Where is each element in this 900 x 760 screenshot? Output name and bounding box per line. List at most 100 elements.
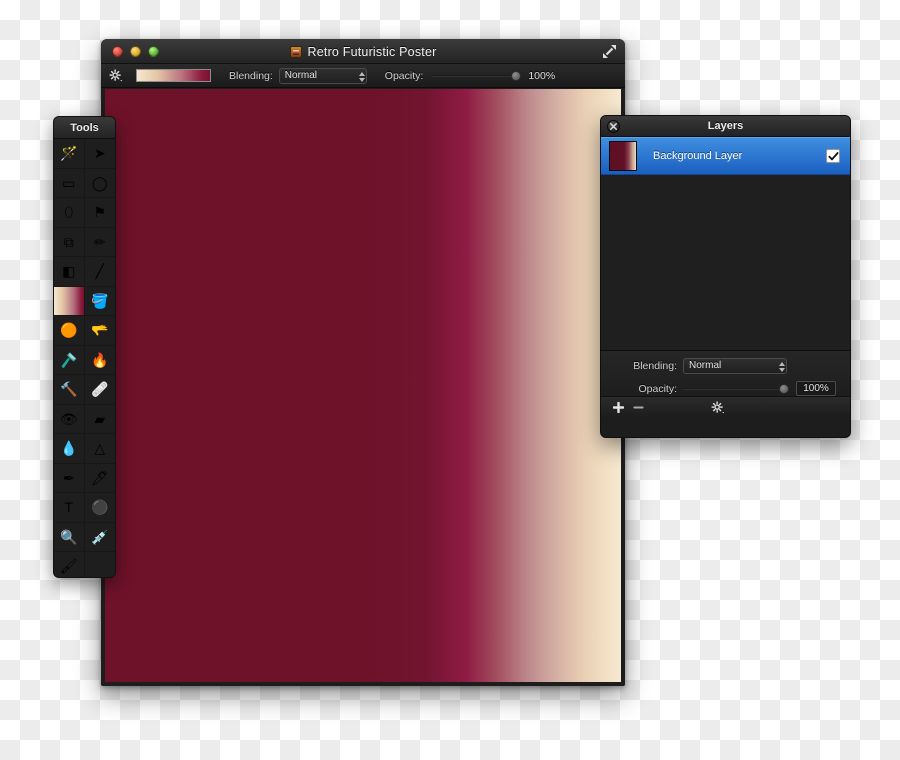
zoom-tool-glyph: 🔍 xyxy=(60,528,78,545)
eraser-tool-glyph: ◧ xyxy=(62,263,76,280)
layer-blending-select[interactable]: Normal xyxy=(683,357,787,374)
flame-tool-glyph: 🔥 xyxy=(91,351,109,368)
document-titlebar[interactable]: Retro Futuristic Poster xyxy=(101,39,625,64)
opacity-slider-knob[interactable] xyxy=(511,70,522,81)
brush-tool[interactable]: ╱ xyxy=(84,257,115,287)
pencil-tool-glyph: ✏ xyxy=(93,233,106,250)
blending-select[interactable]: Normal xyxy=(278,67,367,84)
layer-opacity-slider[interactable] xyxy=(683,383,789,395)
eraser-block-tool-glyph: ▰ xyxy=(94,410,106,427)
layer-blending-value: Normal xyxy=(689,360,722,371)
bandage-tool[interactable]: 🩹 xyxy=(84,375,115,405)
layers-footer xyxy=(601,396,850,418)
flame-tool[interactable]: 🔥 xyxy=(84,346,115,375)
lasso-tool-glyph: ⬯ xyxy=(64,204,74,221)
layer-name: Background Layer xyxy=(653,150,743,162)
blending-label: Blending: xyxy=(229,69,273,82)
layer-blending-label: Blending: xyxy=(633,359,677,372)
layer-opacity-slider-knob[interactable] xyxy=(779,383,789,394)
layer-visibility-checkbox[interactable] xyxy=(826,149,840,163)
clone-stamp-tool[interactable]: 🔨 xyxy=(54,375,85,405)
layer-blending-row: Blending: Normal xyxy=(601,356,840,375)
move-tool[interactable]: ➤ xyxy=(84,139,115,169)
close-icon[interactable] xyxy=(607,120,620,133)
polygonal-lasso-tool-glyph: ⚑ xyxy=(93,204,107,221)
ink-pen-tool[interactable]: 🖊 xyxy=(84,464,115,493)
gradient-swatch[interactable] xyxy=(136,69,211,82)
polygonal-lasso-tool[interactable]: ⚑ xyxy=(84,198,115,228)
magic-wand-tool-glyph: 🪄 xyxy=(60,145,78,162)
rectangular-marquee-tool-glyph: ▭ xyxy=(62,174,76,191)
ink-pen-tool-glyph: 🖊 xyxy=(90,469,109,486)
gear-icon[interactable] xyxy=(711,401,725,415)
image-document-icon xyxy=(289,45,302,58)
sharpen-cone-tool-glyph: △ xyxy=(94,440,106,457)
tools-panel-title: Tools xyxy=(70,121,99,134)
water-drop-tool[interactable]: 💧 xyxy=(54,434,85,464)
eraser-block-tool[interactable]: ▰ xyxy=(84,405,115,434)
paint-bucket-tool[interactable]: 🪣 xyxy=(84,287,115,316)
layer-thumbnail xyxy=(609,141,637,171)
shape-ellipse-tool-glyph: ⚫ xyxy=(91,499,109,516)
magic-wand-tool[interactable]: 🪄 xyxy=(54,139,85,169)
document-title-group: Retro Futuristic Poster xyxy=(101,39,625,64)
type-tool[interactable]: T xyxy=(54,493,85,523)
rectangular-marquee-tool[interactable]: ▭ xyxy=(54,168,85,198)
blur-tool-glyph: 🪒 xyxy=(60,351,78,368)
tools-panel: Tools 🪄 ➤ ▭ ◯ ⬯ ⚑ ⧉ ✏ ◧ ╱ 🪣 🟠 🫳 🪒 🔥 🔨 🩹 👁 ▰ 💧 △ ✒ 🖊 T ⚫ 🔍 💉 🖌 xyxy=(53,116,116,578)
list-item[interactable]: Background Layer xyxy=(601,137,850,175)
crop-tool-glyph: ⧉ xyxy=(63,233,74,250)
pen-tool[interactable]: ✒ xyxy=(54,463,85,493)
burn-tool-glyph: 🫳 xyxy=(91,322,109,339)
chevron-updown-icon xyxy=(774,360,785,374)
red-eye-tool[interactable]: 👁 xyxy=(54,404,85,434)
opacity-slider[interactable] xyxy=(431,70,522,82)
paintbrush-tool-glyph: 🖌 xyxy=(59,558,78,575)
burn-tool[interactable]: 🫳 xyxy=(84,316,115,346)
canvas-artwork[interactable] xyxy=(105,89,621,682)
eyedropper-tool-glyph: 💉 xyxy=(91,528,109,545)
minus-icon[interactable] xyxy=(633,402,644,413)
water-drop-tool-glyph: 💧 xyxy=(60,440,78,457)
layers-list[interactable]: Background Layer xyxy=(601,137,850,350)
document-window: Retro Futuristic Poster Blending: Normal xyxy=(101,39,625,686)
chevron-updown-icon xyxy=(354,70,365,84)
gear-icon[interactable] xyxy=(109,68,123,83)
blur-tool[interactable]: 🪒 xyxy=(54,345,85,375)
layers-controls: Blending: Normal Opacity: 100% xyxy=(601,350,850,396)
expand-arrows-icon[interactable] xyxy=(602,44,617,59)
opacity-label: Opacity: xyxy=(384,69,424,82)
dodge-tool-glyph: 🟠 xyxy=(60,322,78,339)
dodge-tool[interactable]: 🟠 xyxy=(54,316,85,346)
tools-panel-titlebar[interactable]: Tools xyxy=(54,117,115,139)
plus-icon[interactable] xyxy=(613,402,624,413)
brush-tool-glyph: ╱ xyxy=(95,263,104,280)
pencil-tool[interactable]: ✏ xyxy=(84,228,115,257)
gradient-tool[interactable] xyxy=(54,286,85,316)
type-tool-glyph: T xyxy=(64,499,74,516)
move-tool-glyph: ➤ xyxy=(93,145,106,162)
red-eye-tool-glyph: 👁 xyxy=(59,410,78,427)
layers-panel: Layers Background Layer Blending: Normal… xyxy=(600,115,851,438)
sharpen-cone-tool[interactable]: △ xyxy=(84,434,115,464)
eyedropper-tool[interactable]: 💉 xyxy=(84,523,115,552)
layer-opacity-value: 100% xyxy=(796,381,836,396)
clone-stamp-tool-glyph: 🔨 xyxy=(60,381,78,398)
eraser-tool[interactable]: ◧ xyxy=(54,257,85,287)
tools-grid: 🪄 ➤ ▭ ◯ ⬯ ⚑ ⧉ ✏ ◧ ╱ 🪣 🟠 🫳 🪒 🔥 🔨 🩹 👁 ▰ 💧 △ ✒ 🖊 T ⚫ 🔍 💉 🖌 xyxy=(54,139,115,577)
elliptical-marquee-tool[interactable]: ◯ xyxy=(84,169,115,198)
opacity-value: 100% xyxy=(528,69,556,82)
zoom-tool[interactable]: 🔍 xyxy=(54,522,85,552)
crop-tool[interactable]: ⧉ xyxy=(54,227,85,257)
paintbrush-tool[interactable]: 🖌 xyxy=(54,552,85,577)
paint-bucket-tool-glyph: 🪣 xyxy=(91,292,109,309)
bandage-tool-glyph: 🩹 xyxy=(91,381,109,398)
elliptical-marquee-tool-glyph: ◯ xyxy=(91,174,108,191)
lasso-tool[interactable]: ⬯ xyxy=(54,198,85,228)
document-toolbar: Blending: Normal Opacity: 100% xyxy=(101,64,625,88)
page-title: Retro Futuristic Poster xyxy=(307,44,437,59)
layer-opacity-label: Opacity: xyxy=(638,382,677,395)
shape-ellipse-tool[interactable]: ⚫ xyxy=(84,493,115,523)
layers-panel-titlebar[interactable]: Layers xyxy=(601,116,850,137)
layers-panel-title: Layers xyxy=(707,120,744,132)
